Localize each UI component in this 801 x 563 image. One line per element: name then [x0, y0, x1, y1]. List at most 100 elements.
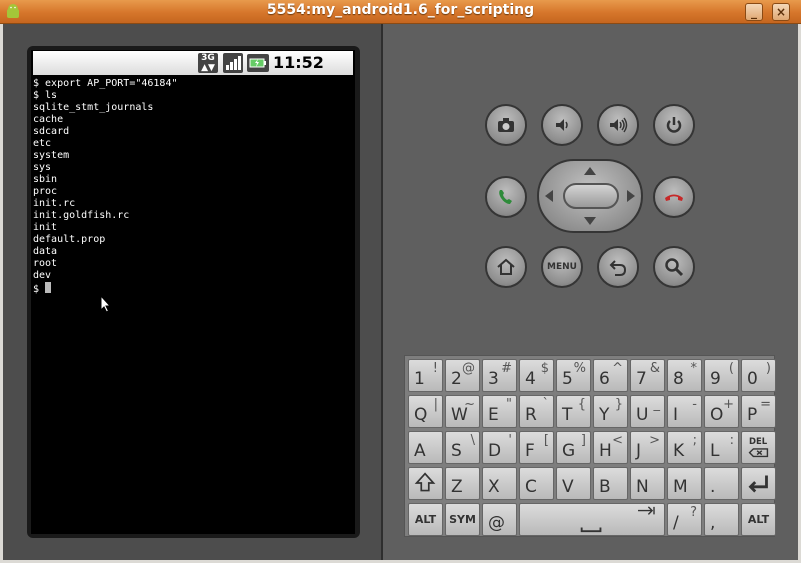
volume-up-icon [610, 117, 628, 133]
network-3g-icon: 3G ▲▼ [198, 53, 218, 73]
key-primary-char: M [673, 477, 688, 497]
key-r[interactable]: R ` [519, 395, 554, 428]
signal-strength-icon [223, 53, 243, 73]
key-alt-right[interactable]: ALT [741, 503, 776, 536]
terminal-line: $ ls [33, 90, 58, 101]
key-l[interactable]: L: [704, 431, 739, 464]
key-a[interactable]: A [408, 431, 443, 464]
key-period[interactable]: . [704, 467, 739, 500]
key-slash[interactable]: /? [667, 503, 702, 536]
key-e[interactable]: E " [482, 395, 517, 428]
key-alt-char: @ [462, 361, 475, 376]
dpad[interactable] [537, 159, 643, 233]
dpad-left-arrow-icon[interactable] [545, 190, 553, 202]
key-s[interactable]: S \ [445, 431, 480, 464]
key-u[interactable]: U _ [630, 395, 665, 428]
key-sym[interactable]: SYM [445, 503, 480, 536]
key-m[interactable]: M [667, 467, 702, 500]
key-alt-char: : [729, 433, 734, 448]
key-n[interactable]: N [630, 467, 665, 500]
key-y[interactable]: Y} [593, 395, 628, 428]
key-enter[interactable] [741, 467, 776, 500]
key-space[interactable] [519, 503, 665, 536]
key-delete[interactable]: DEL [741, 431, 776, 464]
key-f[interactable]: F[ [519, 431, 554, 464]
key-x[interactable]: X [482, 467, 517, 500]
key-primary-char: O [710, 405, 724, 425]
terminal-line: system [33, 150, 70, 161]
key-primary-char: Z [451, 477, 463, 497]
key-primary-char: K [673, 441, 685, 461]
key-g[interactable]: G] [556, 431, 591, 464]
key-alt-left[interactable]: ALT [408, 503, 443, 536]
key-z[interactable]: Z [445, 467, 480, 500]
key-5[interactable]: 5% [556, 359, 591, 392]
terminal-line: root [33, 258, 58, 269]
call-button[interactable] [485, 176, 527, 218]
hardware-keyboard: 1! 2 @3 #4 $5% 6 ^ 7 & 8 * 9(0) Q | W ~ E " R ` T{Y} U _ I - O + P =… [404, 355, 776, 537]
key-6[interactable]: 6 ^ [593, 359, 628, 392]
volume-up-button[interactable] [597, 104, 639, 146]
power-button[interactable] [653, 104, 695, 146]
key-i[interactable]: I- [667, 395, 702, 428]
close-button[interactable]: × [772, 3, 790, 21]
android-status-bar: 3G ▲▼ 11:52 PM [33, 51, 353, 91]
key-c[interactable]: C [519, 467, 554, 500]
search-button[interactable] [653, 246, 695, 288]
dpad-down-arrow-icon[interactable] [584, 217, 596, 225]
key-p[interactable]: P = [741, 395, 776, 428]
key-0[interactable]: 0) [741, 359, 776, 392]
key-alt-char: ; [692, 433, 697, 448]
key-4[interactable]: 4 $ [519, 359, 554, 392]
terminal-output[interactable]: $ export AP_PORT="46184" $ ls sqlite_stmt_… [33, 78, 353, 296]
key-alt-char: ` [542, 397, 550, 412]
terminal-line: init.rc [33, 198, 76, 209]
key-comma[interactable]: , [704, 503, 739, 536]
window-titlebar: 5554:my_android1.6_for_scripting _ × □ [0, 0, 801, 24]
key-primary-char: , [710, 513, 716, 533]
key-alt-char: % [573, 361, 586, 376]
key-alt-char: & [649, 361, 660, 376]
key-primary-char: H [599, 441, 612, 461]
key-shift[interactable] [408, 467, 443, 500]
volume-down-button[interactable] [541, 104, 583, 146]
camera-button[interactable] [485, 104, 527, 146]
key-8[interactable]: 8 * [667, 359, 702, 392]
key-w[interactable]: W ~ [445, 395, 480, 428]
key-1[interactable]: 1! [408, 359, 443, 392]
back-button[interactable] [597, 246, 639, 288]
key-at[interactable]: @ [482, 503, 517, 536]
minimize-button[interactable]: _ [745, 3, 763, 21]
key-d[interactable]: D ' [482, 431, 517, 464]
key-primary-char: T [562, 405, 573, 425]
key-alt-char: | [433, 397, 438, 412]
key-primary-char: L [710, 441, 720, 461]
dpad-up-arrow-icon[interactable] [584, 167, 596, 175]
dpad-right-arrow-icon[interactable] [627, 190, 635, 202]
terminal-line: sbin [33, 174, 58, 185]
key-primary-char: 2 [451, 369, 462, 389]
terminal-line: cache [33, 114, 64, 125]
home-button[interactable] [485, 246, 527, 288]
key-o[interactable]: O + [704, 395, 739, 428]
key-primary-char: 0 [747, 369, 758, 389]
key-3[interactable]: 3 # [482, 359, 517, 392]
key-k[interactable]: K; [667, 431, 702, 464]
terminal-line: sdcard [33, 126, 70, 137]
key-2[interactable]: 2 @ [445, 359, 480, 392]
key-h[interactable]: H < [593, 431, 628, 464]
key-7[interactable]: 7 & [630, 359, 665, 392]
terminal-line: etc [33, 138, 52, 149]
menu-button[interactable]: MENU [541, 246, 583, 288]
key-v[interactable]: V [556, 467, 591, 500]
battery-charging-icon [247, 54, 269, 72]
key-b[interactable]: B [593, 467, 628, 500]
end-call-button[interactable] [653, 176, 695, 218]
key-q[interactable]: Q | [408, 395, 443, 428]
search-icon [665, 258, 684, 277]
key-t[interactable]: T{ [556, 395, 591, 428]
dpad-center-button[interactable] [563, 183, 619, 209]
key-j[interactable]: J > [630, 431, 665, 464]
key-alt-char: ( [728, 361, 734, 376]
key-9[interactable]: 9( [704, 359, 739, 392]
